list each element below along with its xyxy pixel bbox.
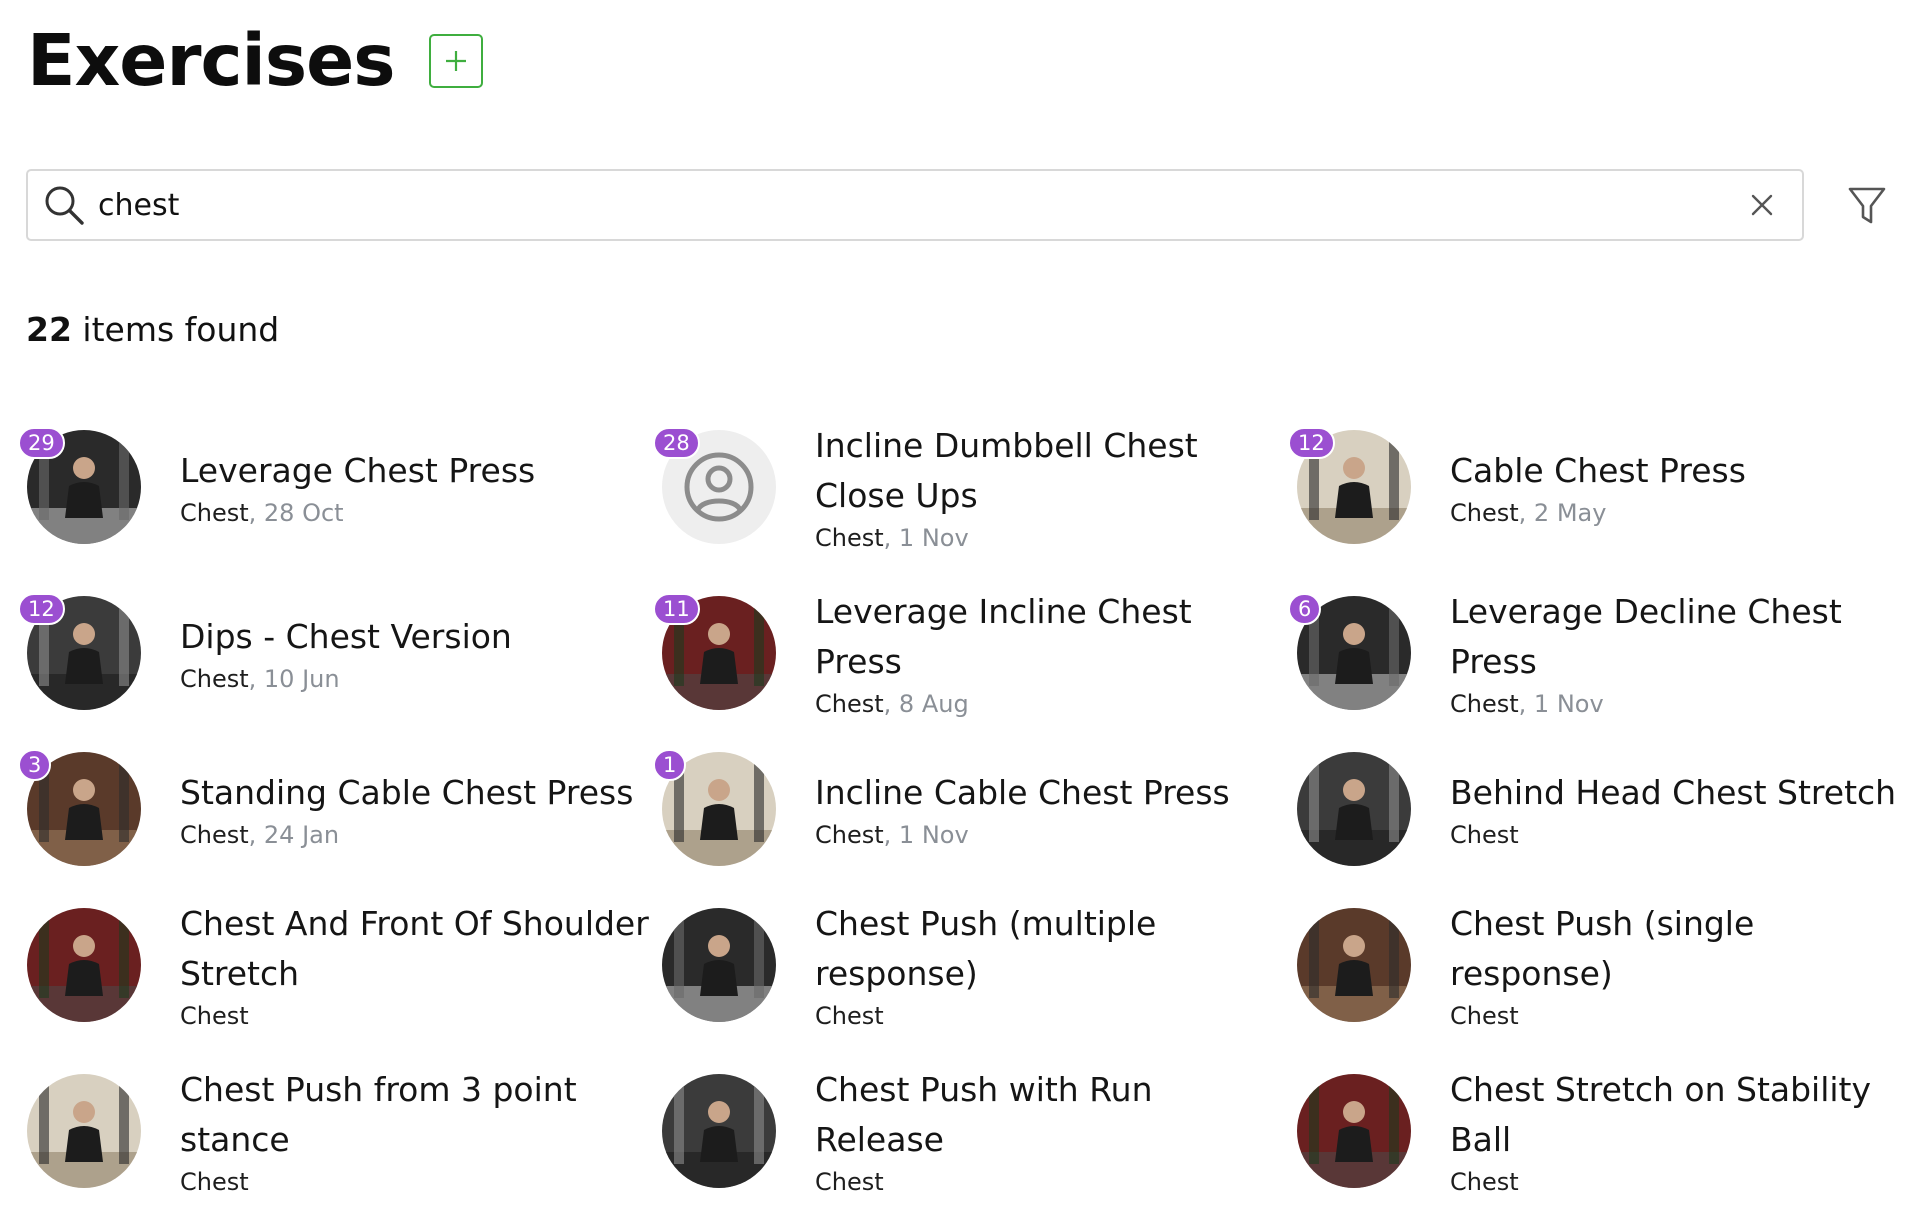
exercise-muscle: Chest bbox=[180, 665, 249, 693]
exercise-date: , 2 May bbox=[1518, 499, 1607, 527]
exercise-title: Behind Head Chest Stretch bbox=[1450, 773, 1897, 812]
exercise-date: , 24 Jan bbox=[248, 821, 340, 849]
usage-count-badge: 11 bbox=[653, 593, 700, 625]
exercise-text: Leverage Decline Chest Press Chest, 1 Nov bbox=[1450, 587, 1910, 719]
exercise-text: Leverage Incline Chest Press Chest, 8 Aug bbox=[815, 587, 1285, 719]
exercise-meta: Chest, 2 May bbox=[1450, 498, 1910, 528]
exercise-list-item[interactable]: 12 Cable Chest Press Chest, 2 May bbox=[1288, 412, 1910, 562]
exercise-title: Chest Stretch on Stability Ball bbox=[1450, 1070, 1872, 1159]
exercise-title: Incline Cable Chest Press bbox=[815, 773, 1230, 812]
exercise-text: Incline Cable Chest Press Chest, 1 Nov bbox=[815, 768, 1285, 850]
exercise-muscle: Chest bbox=[815, 524, 884, 552]
exercise-muscle: Chest bbox=[180, 1002, 249, 1030]
exercise-title: Chest Push (single response) bbox=[1450, 904, 1755, 993]
usage-count-badge: 12 bbox=[1288, 427, 1335, 459]
exercise-list-item[interactable]: 12 Dips - Chest Version Chest, 10 Jun bbox=[18, 578, 650, 728]
exercise-text: Chest Push with Run Release Chest bbox=[815, 1065, 1285, 1197]
exercise-muscle: Chest bbox=[1450, 1002, 1519, 1030]
exercise-list-item[interactable]: Chest And Front Of Shoulder Stretch Chest bbox=[27, 890, 650, 1040]
exercise-muscle: Chest bbox=[1450, 821, 1519, 849]
exercise-muscle: Chest bbox=[180, 499, 249, 527]
exercise-meta: Chest bbox=[815, 1167, 1285, 1197]
exercise-list-item[interactable]: 11 Leverage Incline Chest Press Chest, 8 A… bbox=[653, 578, 1285, 728]
usage-count-badge: 1 bbox=[653, 749, 687, 781]
exercise-title: Chest Push from 3 point stance bbox=[180, 1070, 577, 1159]
exercise-meta: Chest, 8 Aug bbox=[815, 689, 1285, 719]
exercise-list-item[interactable]: Chest Stretch on Stability Ball Chest bbox=[1297, 1056, 1910, 1206]
exercise-date: , 28 Oct bbox=[248, 499, 344, 527]
exercise-thumbnail bbox=[1297, 752, 1411, 866]
usage-count-badge: 28 bbox=[653, 427, 700, 459]
exercise-text: Standing Cable Chest Press Chest, 24 Jan bbox=[180, 768, 650, 850]
exercise-date: , 10 Jun bbox=[248, 665, 340, 693]
exercise-list-item[interactable]: Chest Push from 3 point stance Chest bbox=[27, 1056, 647, 1206]
exercise-title: Chest Push (multiple response) bbox=[815, 904, 1157, 993]
usage-count-badge: 12 bbox=[18, 593, 65, 625]
exercise-meta: Chest bbox=[180, 1001, 650, 1031]
exercise-list-item[interactable]: Chest Push with Run Release Chest bbox=[662, 1056, 1282, 1206]
exercise-muscle: Chest bbox=[180, 1168, 249, 1196]
exercise-meta: Chest, 10 Jun bbox=[180, 664, 650, 694]
exercise-thumbnail bbox=[662, 1074, 776, 1188]
exercise-meta: Chest, 1 Nov bbox=[1450, 689, 1910, 719]
exercise-muscle: Chest bbox=[815, 821, 884, 849]
exercise-list-item[interactable]: 6 Leverage Decline Chest Press Chest, 1 No… bbox=[1288, 578, 1910, 728]
exercise-muscle: Chest bbox=[1450, 1168, 1519, 1196]
exercise-muscle: Chest bbox=[815, 1168, 884, 1196]
exercise-muscle: Chest bbox=[815, 690, 884, 718]
exercise-text: Chest And Front Of Shoulder Stretch Chest bbox=[180, 899, 650, 1031]
exercise-list-item[interactable]: 1 Incline Cable Chest Press Chest, 1 Nov bbox=[653, 734, 1285, 884]
exercise-date: , 1 Nov bbox=[883, 821, 969, 849]
exercise-text: Chest Stretch on Stability Ball Chest bbox=[1450, 1065, 1910, 1197]
exercise-text: Chest Push (single response) Chest bbox=[1450, 899, 1910, 1031]
exercise-muscle: Chest bbox=[1450, 690, 1519, 718]
exercise-meta: Chest bbox=[1450, 1167, 1910, 1197]
usage-count-badge: 29 bbox=[18, 427, 65, 459]
exercise-text: Chest Push (multiple response) Chest bbox=[815, 899, 1285, 1031]
exercise-meta: Chest, 1 Nov bbox=[815, 523, 1285, 553]
exercise-title: Incline Dumbbell Chest Close Ups bbox=[815, 426, 1198, 515]
exercise-title: Standing Cable Chest Press bbox=[180, 773, 634, 812]
exercise-thumbnail bbox=[1297, 1074, 1411, 1188]
exercise-text: Leverage Chest Press Chest, 28 Oct bbox=[180, 446, 650, 528]
exercise-title: Leverage Decline Chest Press bbox=[1450, 592, 1842, 681]
exercise-text: Dips - Chest Version Chest, 10 Jun bbox=[180, 612, 650, 694]
exercise-muscle: Chest bbox=[180, 821, 249, 849]
exercise-grid: 29 Leverage Chest Press Chest, 28 Oct 28 Inc… bbox=[0, 0, 1910, 1206]
exercise-meta: Chest bbox=[180, 1167, 650, 1197]
exercise-thumbnail bbox=[1297, 908, 1411, 1022]
exercise-thumbnail bbox=[27, 1074, 141, 1188]
exercise-title: Leverage Incline Chest Press bbox=[815, 592, 1192, 681]
exercise-date: , 8 Aug bbox=[883, 690, 969, 718]
exercise-thumbnail bbox=[662, 908, 776, 1022]
usage-count-badge: 3 bbox=[18, 749, 52, 781]
exercise-meta: Chest bbox=[1450, 820, 1910, 850]
exercise-title: Chest And Front Of Shoulder Stretch bbox=[180, 904, 649, 993]
exercise-title: Cable Chest Press bbox=[1450, 451, 1746, 490]
exercise-text: Chest Push from 3 point stance Chest bbox=[180, 1065, 650, 1197]
exercise-title: Dips - Chest Version bbox=[180, 617, 512, 656]
exercise-title: Leverage Chest Press bbox=[180, 451, 536, 490]
exercise-muscle: Chest bbox=[1450, 499, 1519, 527]
exercise-meta: Chest, 28 Oct bbox=[180, 498, 650, 528]
exercise-date: , 1 Nov bbox=[1518, 690, 1604, 718]
exercise-list-item[interactable]: 29 Leverage Chest Press Chest, 28 Oct bbox=[18, 412, 650, 562]
exercise-list-item[interactable]: 3 Standing Cable Chest Press Chest, 24 Jan bbox=[18, 734, 650, 884]
exercise-text: Cable Chest Press Chest, 2 May bbox=[1450, 446, 1910, 528]
exercise-meta: Chest, 1 Nov bbox=[815, 820, 1285, 850]
exercise-meta: Chest, 24 Jan bbox=[180, 820, 650, 850]
exercise-list-item[interactable]: 28 Incline Dumbbell Chest Close Ups Chest,… bbox=[653, 412, 1285, 562]
exercise-muscle: Chest bbox=[815, 1002, 884, 1030]
exercise-text: Behind Head Chest Stretch Chest bbox=[1450, 768, 1910, 850]
usage-count-badge: 6 bbox=[1288, 593, 1322, 625]
exercise-meta: Chest bbox=[815, 1001, 1285, 1031]
exercise-list-item[interactable]: Chest Push (single response) Chest bbox=[1297, 890, 1910, 1040]
exercise-date: , 1 Nov bbox=[883, 524, 969, 552]
exercise-title: Chest Push with Run Release bbox=[815, 1070, 1153, 1159]
exercise-thumbnail bbox=[27, 908, 141, 1022]
exercise-list-item[interactable]: Behind Head Chest Stretch Chest bbox=[1297, 734, 1910, 884]
exercise-meta: Chest bbox=[1450, 1001, 1910, 1031]
exercise-text: Incline Dumbbell Chest Close Ups Chest, 1… bbox=[815, 421, 1285, 553]
exercise-list-item[interactable]: Chest Push (multiple response) Chest bbox=[662, 890, 1282, 1040]
